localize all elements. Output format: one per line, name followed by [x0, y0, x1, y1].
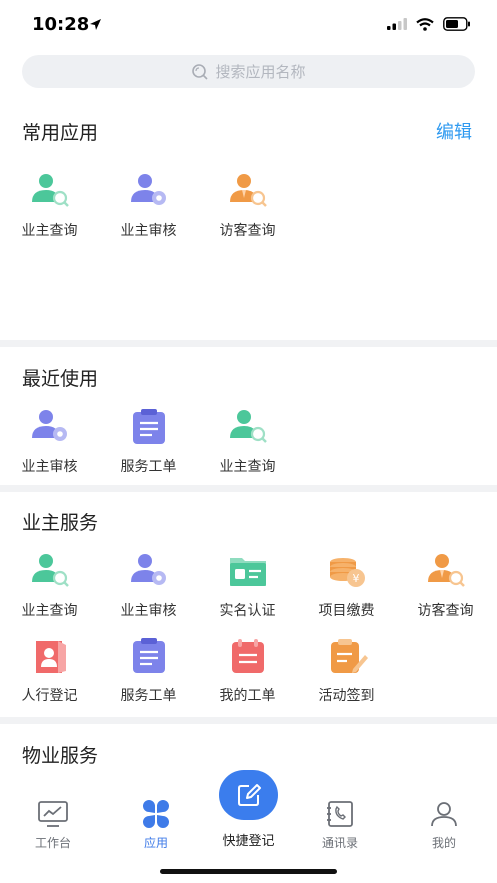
- section-divider: [0, 340, 497, 347]
- owner-search-icon: [31, 174, 69, 207]
- edit-pen-icon: [237, 784, 261, 806]
- wifi-icon: [416, 17, 434, 31]
- my-order-icon: [231, 639, 264, 673]
- quick-register-button[interactable]: [219, 770, 278, 820]
- activity-checkin-icon: [330, 639, 368, 673]
- app-label: 业主审核: [120, 223, 177, 239]
- owner-search-icon: [229, 410, 267, 443]
- app-label: 服务工单: [120, 688, 177, 704]
- search-icon: [192, 63, 209, 80]
- app-owner-review[interactable]: 业主审核: [99, 172, 198, 240]
- tab-bar: 工作台 应用 快捷登记 通讯录 我的: [0, 770, 497, 883]
- visitor-search-icon: [229, 174, 267, 207]
- tab-label: 通讯录: [321, 836, 358, 850]
- service-order-icon: [132, 638, 165, 673]
- owner-review-icon: [31, 410, 67, 441]
- app-label: 业主审核: [120, 603, 177, 619]
- app-label: 我的工单: [219, 688, 276, 704]
- owner-search-icon: [31, 554, 69, 587]
- tab-apps[interactable]: 应用: [116, 800, 196, 851]
- app-project-payment[interactable]: ¥ 项目缴费: [297, 552, 396, 620]
- monitor-chart-icon: [38, 801, 68, 827]
- app-owner-search[interactable]: 业主查询: [198, 408, 297, 476]
- owner-review-icon: [130, 174, 166, 205]
- tab-label: 应用: [143, 836, 168, 850]
- tab-contacts[interactable]: 通讯录: [300, 800, 380, 851]
- app-owner-review[interactable]: 业主审核: [0, 408, 99, 476]
- app-label: 实名认证: [219, 603, 276, 619]
- home-indicator: [160, 869, 337, 874]
- quick-register-label: 快捷登记: [222, 834, 275, 849]
- app-id-verify[interactable]: 实名认证: [198, 552, 297, 620]
- app-label: 业主查询: [21, 223, 78, 239]
- app-owner-search[interactable]: 业主查询: [0, 552, 99, 620]
- svg-text:¥: ¥: [352, 572, 359, 585]
- signal-icon: [387, 18, 407, 30]
- section-title-common: 常用应用: [22, 122, 99, 144]
- app-label: 服务工单: [120, 459, 177, 475]
- app-label: 项目缴费: [318, 603, 375, 619]
- id-card-icon: [229, 558, 266, 586]
- section-divider: [0, 717, 497, 724]
- status-time: 10:28: [32, 14, 90, 35]
- tab-workbench[interactable]: 工作台: [13, 800, 93, 851]
- phonebook-icon: [327, 801, 353, 827]
- service-order-icon: [132, 409, 165, 444]
- status-bar: 10:28: [0, 0, 497, 50]
- app-owner-review[interactable]: 业主审核: [99, 552, 198, 620]
- section-title-property-service: 物业服务: [22, 745, 99, 767]
- app-activity-checkin[interactable]: 活动签到: [297, 637, 396, 705]
- tab-label: 我的: [431, 836, 456, 850]
- app-service-order[interactable]: 服务工单: [99, 408, 198, 476]
- user-profile-icon: [431, 802, 457, 827]
- app-label: 业主查询: [219, 459, 276, 475]
- tab-label: 工作台: [34, 836, 71, 850]
- battery-icon: [443, 17, 470, 31]
- payment-coins-icon: ¥: [329, 558, 365, 587]
- location-arrow-icon: [90, 19, 101, 30]
- app-label: 业主审核: [21, 459, 78, 475]
- search-input[interactable]: 搜索应用名称: [22, 55, 475, 88]
- app-label: 访客查询: [219, 223, 276, 239]
- apps-clover-icon: [143, 800, 169, 828]
- app-label: 访客查询: [417, 603, 474, 619]
- app-pedestrian-register[interactable]: 人行登记: [0, 637, 99, 705]
- tab-mine[interactable]: 我的: [404, 800, 484, 851]
- owner-review-icon: [130, 554, 166, 585]
- app-label: 活动签到: [318, 688, 375, 704]
- pedestrian-register-icon: [35, 641, 66, 673]
- section-title-recent: 最近使用: [22, 368, 99, 390]
- visitor-search-icon: [427, 554, 465, 587]
- section-title-owner-service: 业主服务: [22, 512, 99, 534]
- app-visitor-search[interactable]: 访客查询: [396, 552, 495, 620]
- app-owner-search[interactable]: 业主查询: [0, 172, 99, 240]
- app-label: 人行登记: [21, 688, 78, 704]
- app-visitor-search[interactable]: 访客查询: [198, 172, 297, 240]
- section-divider: [0, 485, 497, 492]
- search-placeholder: 搜索应用名称: [215, 63, 306, 81]
- app-service-order[interactable]: 服务工单: [99, 637, 198, 705]
- edit-button[interactable]: 编辑: [436, 118, 472, 144]
- app-my-order[interactable]: 我的工单: [198, 637, 297, 705]
- app-label: 业主查询: [21, 603, 78, 619]
